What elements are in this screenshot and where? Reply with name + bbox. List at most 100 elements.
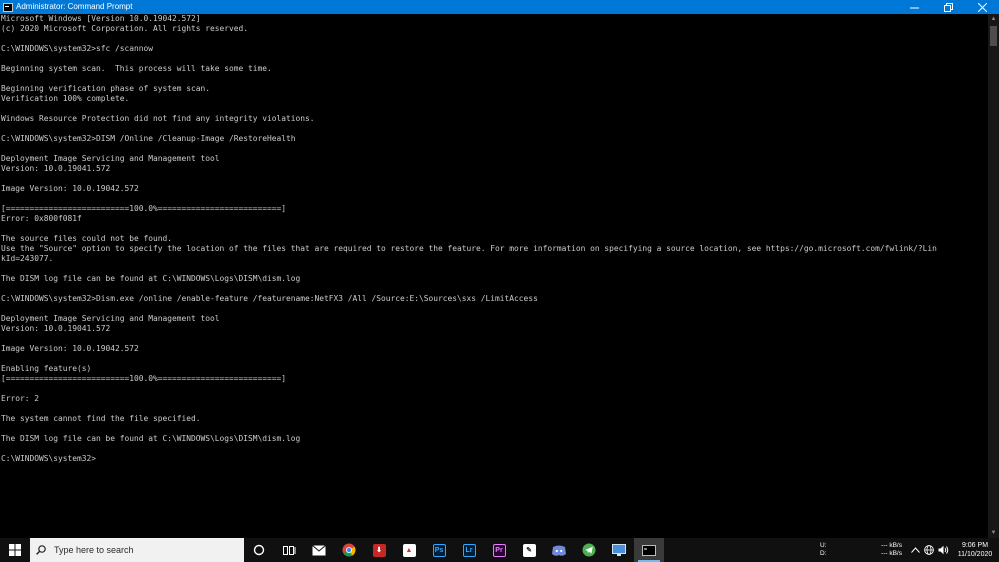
photoshop-icon: Ps [432,543,446,557]
chevron-up-icon[interactable] [908,538,922,562]
volume-icon[interactable] [936,538,950,562]
search-placeholder: Type here to search [54,545,134,555]
console-line: Version: 10.0.19041.572 [1,164,111,173]
console-line: Use the "Source" option to specify the l… [1,244,937,253]
restore-icon [943,2,953,12]
console-line: C:\WINDOWS\system32> [1,454,97,463]
minimize-icon [909,7,919,8]
scroll-thumb[interactable] [990,26,997,46]
console-line: C:\WINDOWS\system32>Dism.exe /online /en… [1,294,538,303]
close-button[interactable] [965,0,999,14]
chrome-icon [342,543,356,557]
console-line: Beginning verification phase of system s… [1,84,211,93]
system-tray: U: D: --- kB/s --- kB/s 9:06 PM 11/10/20… [820,538,999,562]
console-line: Verification 100% complete. [1,94,130,103]
globe-icon[interactable] [922,538,936,562]
photoshop-button[interactable]: Ps [424,538,454,562]
downloader-icon: ⬇ [372,543,386,557]
command-prompt-taskbar-button[interactable] [634,538,664,562]
discord-button[interactable] [544,538,574,562]
telegram-button[interactable] [574,538,604,562]
console-line: Error: 2 [1,394,40,403]
console-line: Windows Resource Protection did not find… [1,114,315,123]
console-line: [==========================100.0%=======… [1,374,287,383]
scroll-down-icon[interactable]: ▼ [988,528,999,538]
minimize-button[interactable] [897,0,931,14]
console-line: The system cannot find the file specifie… [1,414,201,423]
cortana-icon [253,544,265,556]
discord-icon [552,545,566,556]
console-line: The source files could not be found. [1,234,173,243]
maximize-button[interactable] [931,0,965,14]
premiere-icon: Pr [492,543,506,557]
command-prompt-taskbar-icon [642,544,656,556]
scroll-up-icon[interactable]: ▲ [988,14,999,24]
console-line: Enabling feature(s) [1,364,92,373]
taskbar: Type here to search ⬇ ▲ Ps Lr Pr ✎ U: D:… [0,538,999,562]
start-button[interactable] [0,538,30,562]
console-line: C:\WINDOWS\system32>DISM /Online /Cleanu… [1,134,296,143]
clock-time: 9:06 PM [961,542,989,549]
console-line: The DISM log file can be found at C:\WIN… [1,274,301,283]
lightroom-button[interactable]: Lr [454,538,484,562]
vertical-scrollbar[interactable]: ▲ ▼ [988,14,999,538]
notes-button[interactable]: ✎ [514,538,544,562]
chrome-button[interactable] [334,538,364,562]
download-speed: --- kB/s [881,550,902,557]
windows-logo-icon [9,544,21,556]
drive-d-label: D: [820,550,827,557]
console-line: Image Version: 10.0.19042.572 [1,344,139,353]
acrobat-icon: ▲ [402,543,416,557]
console-line: [==========================100.0%=======… [1,204,287,213]
console-output[interactable]: Microsoft Windows [Version 10.0.19042.57… [0,14,988,538]
console-line: Image Version: 10.0.19042.572 [1,184,139,193]
remote-desktop-icon [612,544,626,556]
console-line: Microsoft Windows [Version 10.0.19042.57… [1,14,201,23]
console-text[interactable]: Microsoft Windows [Version 10.0.19042.57… [0,14,988,464]
task-view-icon [282,545,295,555]
console-line: Version: 10.0.19041.572 [1,324,111,333]
command-prompt-icon [3,2,13,12]
search-icon [36,545,46,555]
network-speed: --- kB/s --- kB/s [842,542,902,558]
drive-labels: U: D: [820,542,842,558]
console-line: Beginning system scan. This process will… [1,64,272,73]
search-box[interactable]: Type here to search [30,538,244,562]
task-view-button[interactable] [274,538,304,562]
acrobat-button[interactable]: ▲ [394,538,424,562]
lightroom-icon: Lr [462,543,476,557]
clock-date: 11/10/2020 [957,551,993,558]
notes-icon: ✎ [522,543,536,557]
console-line: (c) 2020 Microsoft Corporation. All righ… [1,24,249,33]
console-line: The DISM log file can be found at C:\WIN… [1,434,301,443]
mail-icon [312,544,326,555]
cortana-button[interactable] [244,538,274,562]
remote-desktop-button[interactable] [604,538,634,562]
clock[interactable]: 9:06 PM 11/10/2020 [950,541,999,559]
console-line: Deployment Image Servicing and Managemen… [1,154,220,163]
upload-speed: --- kB/s [881,542,902,549]
console-line: kId=243077. [1,254,54,263]
title-bar[interactable]: Administrator: Command Prompt [0,0,999,14]
mail-button[interactable] [304,538,334,562]
telegram-icon [582,543,596,557]
premiere-button[interactable]: Pr [484,538,514,562]
window-title: Administrator: Command Prompt [16,2,133,11]
console-line: C:\WINDOWS\system32>sfc /scannow [1,44,154,53]
downloader-button[interactable]: ⬇ [364,538,394,562]
